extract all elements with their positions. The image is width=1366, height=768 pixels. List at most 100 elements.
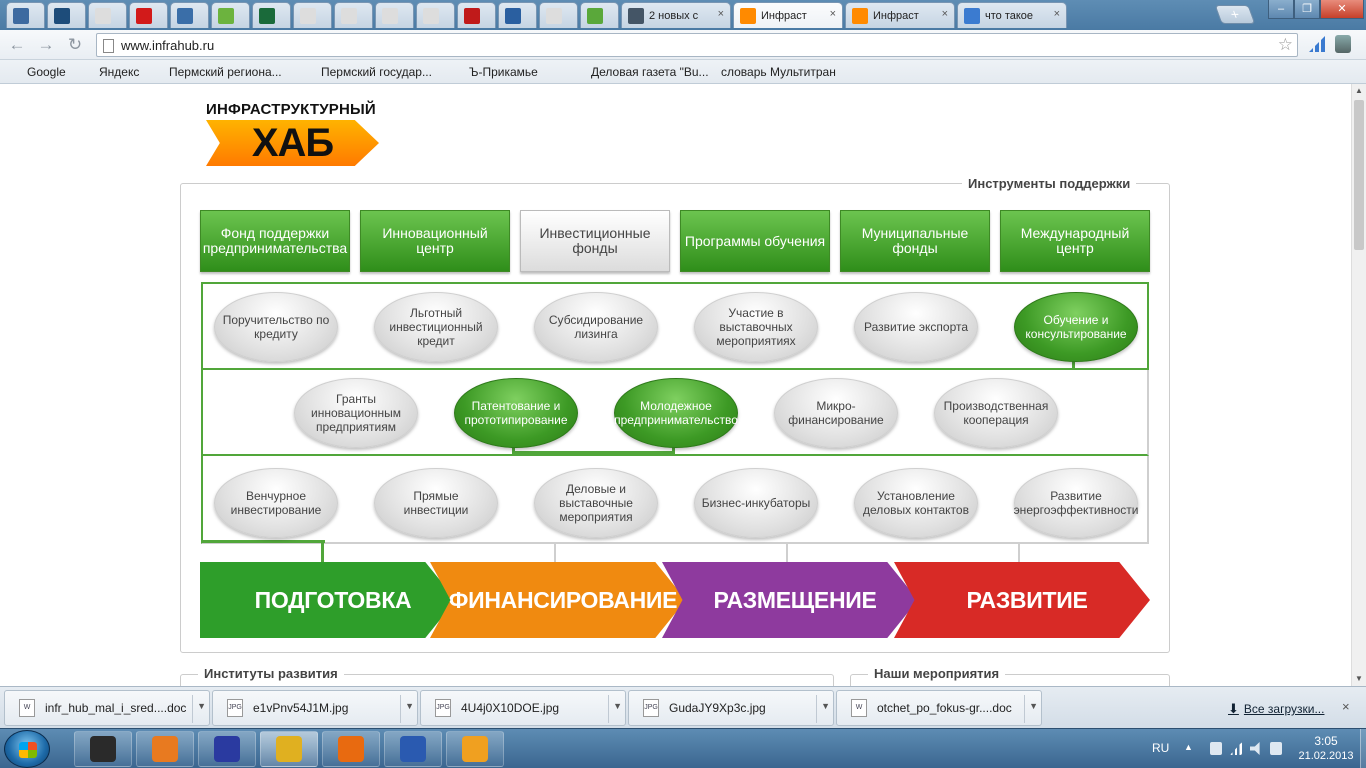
browser-tab[interactable] <box>47 2 86 28</box>
browser-tab[interactable] <box>375 2 414 28</box>
tab-close-icon[interactable]: × <box>830 8 836 20</box>
category-4[interactable]: Программы обучения <box>680 210 830 272</box>
taskbar-save-button[interactable] <box>198 731 256 767</box>
download-item[interactable]: Winfr_hub_mal_i_sred....doc ▼ <box>4 690 210 726</box>
category-3[interactable]: Инвестиционные фонды <box>520 210 670 272</box>
support-tool-row3-1[interactable]: Венчурное инвестирование <box>214 468 338 538</box>
scroll-thumb[interactable] <box>1354 100 1364 250</box>
support-tool-row3-3[interactable]: Деловые и выставочные мероприятия <box>534 468 658 538</box>
download-menu-icon[interactable]: ▼ <box>821 701 830 711</box>
scroll-up-icon[interactable]: ▲ <box>1352 84 1366 98</box>
support-tool-row2-1[interactable]: Гранты инновационным предприятиям <box>294 378 418 448</box>
forward-button[interactable]: → <box>35 34 57 56</box>
support-tool-row2-5[interactable]: Производственная кооперация <box>934 378 1058 448</box>
clock-date[interactable]: 21.02.2013 <box>1296 750 1356 762</box>
download-menu-icon[interactable]: ▼ <box>1029 701 1038 711</box>
back-button[interactable]: ← <box>6 34 28 56</box>
language-indicator[interactable]: RU <box>1152 741 1169 755</box>
browser-tab[interactable] <box>539 2 578 28</box>
support-tool-row3-4[interactable]: Бизнес-инкубаторы <box>694 468 818 538</box>
download-item[interactable]: JPG 4U4j0X10DOE.jpg ▼ <box>420 690 626 726</box>
browser-tab[interactable]: Инфраст × <box>845 2 955 28</box>
tab-close-icon[interactable]: × <box>1054 8 1060 20</box>
taskbar-explorer-button[interactable] <box>74 731 132 767</box>
taskbar-word-button[interactable] <box>384 731 442 767</box>
category-6[interactable]: Международный центр <box>1000 210 1150 272</box>
stage-arrow-2[interactable]: ФИНАНСИРОВАНИЕ <box>430 562 686 638</box>
support-tool-row2-3[interactable]: Молодежное предпринимательство <box>614 378 738 448</box>
network-icon[interactable] <box>1230 742 1242 755</box>
stage-arrow-4[interactable]: РАЗВИТИЕ <box>894 562 1150 638</box>
start-button[interactable] <box>4 730 50 768</box>
support-tool-row1-6[interactable]: Обучение и консультирование <box>1014 292 1138 362</box>
support-tool-row1-4[interactable]: Участие в выставочных мероприятиях <box>694 292 818 362</box>
browser-tab[interactable] <box>293 2 332 28</box>
tab-close-icon[interactable]: × <box>942 8 948 20</box>
category-5[interactable]: Муниципальные фонды <box>840 210 990 272</box>
bookmark-item[interactable]: словарь Мультитран <box>702 63 836 81</box>
browser-tab[interactable] <box>416 2 455 28</box>
support-tool-row3-2[interactable]: Прямые инвестиции <box>374 468 498 538</box>
minimize-button[interactable]: – <box>1268 0 1294 19</box>
page-scrollbar[interactable]: ▲ ▼ <box>1351 84 1366 686</box>
bookmark-item[interactable]: Google <box>8 63 66 81</box>
close-downloads-icon[interactable]: × <box>1342 699 1350 714</box>
browser-tab[interactable] <box>6 2 45 28</box>
browser-tab[interactable]: что такое × <box>957 2 1067 28</box>
bookmark-item[interactable]: Пермский государ... <box>302 63 432 81</box>
category-2[interactable]: Инновационный центр <box>360 210 510 272</box>
browser-tab[interactable] <box>170 2 209 28</box>
logo-main[interactable]: ХАБ <box>206 120 379 166</box>
browser-tab[interactable] <box>457 2 496 28</box>
tray-arrow-icon[interactable]: ▲ <box>1184 742 1193 752</box>
address-bar[interactable]: www.infrahub.ru ☆ <box>96 33 1298 57</box>
close-window-button[interactable]: ✕ <box>1320 0 1364 19</box>
download-item[interactable]: JPG e1vPnv54J1M.jpg ▼ <box>212 690 418 726</box>
browser-tab[interactable] <box>252 2 291 28</box>
taskbar-media-player-button[interactable] <box>136 731 194 767</box>
support-tool-row1-2[interactable]: Льготный инвестиционный кредит <box>374 292 498 362</box>
support-tool-row2-2[interactable]: Патентование и прототипирование <box>454 378 578 448</box>
tray-app-icon[interactable] <box>1210 742 1222 755</box>
taskbar-outlook-button[interactable] <box>322 731 380 767</box>
download-item[interactable]: JPG GudaJY9Xp3c.jpg ▼ <box>628 690 834 726</box>
support-tool-row1-1[interactable]: Поручительство по кредиту <box>214 292 338 362</box>
support-tool-row1-3[interactable]: Субсидирование лизинга <box>534 292 658 362</box>
clock-time[interactable]: 3:05 <box>1296 734 1356 748</box>
support-tool-row2-4[interactable]: Микро-финансирование <box>774 378 898 448</box>
bookmark-item[interactable]: Ъ-Прикамье <box>450 63 538 81</box>
support-tool-row1-5[interactable]: Развитие экспорта <box>854 292 978 362</box>
download-menu-icon[interactable]: ▼ <box>197 701 206 711</box>
browser-tab[interactable] <box>580 2 619 28</box>
action-center-icon[interactable] <box>1270 742 1282 755</box>
browser-tab[interactable] <box>334 2 373 28</box>
stage-arrow-1[interactable]: ПОДГОТОВКА <box>200 562 456 638</box>
browser-tab[interactable] <box>129 2 168 28</box>
menu-wrench-icon[interactable] <box>1335 35 1351 53</box>
taskbar-aimp-button[interactable] <box>446 731 504 767</box>
browser-tab[interactable] <box>498 2 537 28</box>
show-desktop-button[interactable] <box>1360 729 1366 768</box>
scroll-down-icon[interactable]: ▼ <box>1352 672 1366 686</box>
reload-button[interactable]: ↻ <box>64 34 86 56</box>
bookmark-item[interactable]: Яндекс <box>80 63 139 81</box>
tab-close-icon[interactable]: × <box>718 8 724 20</box>
maximize-button[interactable]: ❐ <box>1294 0 1320 19</box>
browser-tab[interactable] <box>88 2 127 28</box>
new-tab-button[interactable]: + <box>1214 5 1256 24</box>
download-item[interactable]: Wotchet_po_fokus-gr....doc ▼ <box>836 690 1042 726</box>
category-1[interactable]: Фонд поддержки предпринимательства <box>200 210 350 272</box>
support-tool-row3-5[interactable]: Установление деловых контактов <box>854 468 978 538</box>
signal-icon[interactable] <box>1309 36 1325 52</box>
stage-arrow-3[interactable]: РАЗМЕЩЕНИЕ <box>662 562 918 638</box>
browser-tab[interactable]: Инфраст × <box>733 2 843 28</box>
download-menu-icon[interactable]: ▼ <box>405 701 414 711</box>
bookmark-star-icon[interactable]: ☆ <box>1278 35 1293 55</box>
browser-tab[interactable] <box>211 2 250 28</box>
support-tool-row3-6[interactable]: Развитие энергоэффективности <box>1014 468 1138 538</box>
browser-tab[interactable]: 2 новых с × <box>621 2 731 28</box>
bookmark-item[interactable]: Деловая газета "Bu... <box>572 63 709 81</box>
download-menu-icon[interactable]: ▼ <box>613 701 622 711</box>
volume-icon[interactable] <box>1250 742 1260 755</box>
taskbar-chrome-button[interactable] <box>260 731 318 767</box>
